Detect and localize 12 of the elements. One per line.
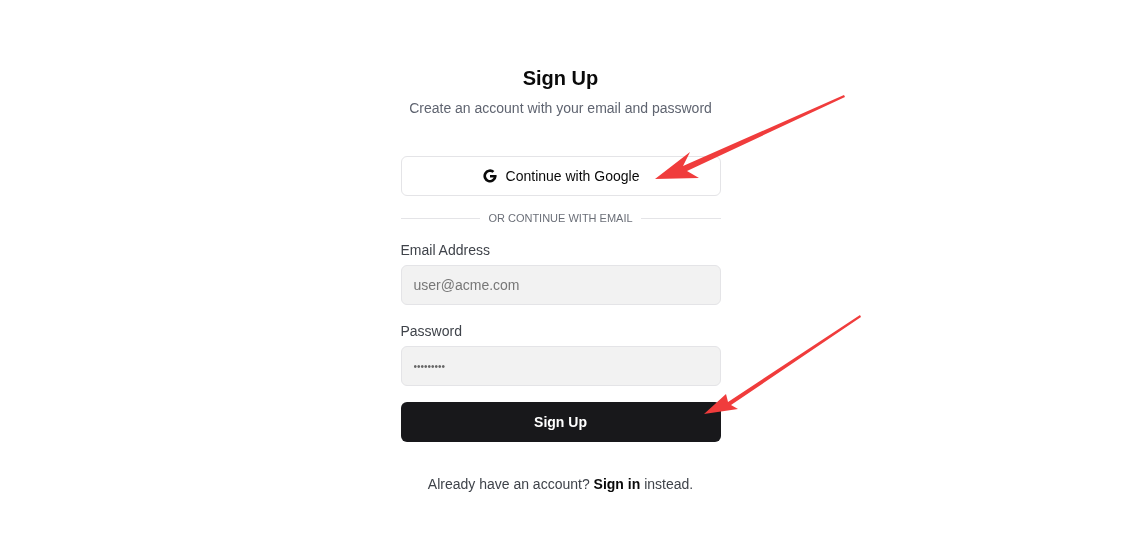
field-label: Password xyxy=(400,322,463,340)
sign-in-prompt: Already have an account? Sign in instead. xyxy=(426,476,695,492)
google-icon xyxy=(481,168,498,184)
sign-in-link[interactable]: Sign in xyxy=(593,476,641,492)
sign-up-button[interactable]: Sign Up xyxy=(400,402,721,442)
email-field[interactable]: user@acme.com xyxy=(400,265,721,305)
form-title: Sign Up xyxy=(521,66,600,91)
divider-text: OR CONTINUE WITH EMAIL xyxy=(488,212,633,224)
form-subtitle: Create an account with your email and password xyxy=(408,99,713,118)
google-button[interactable]: Continue with Google xyxy=(400,156,721,196)
password-field[interactable]: ••••••••• xyxy=(400,346,721,386)
field-label: Email Address xyxy=(400,241,491,259)
